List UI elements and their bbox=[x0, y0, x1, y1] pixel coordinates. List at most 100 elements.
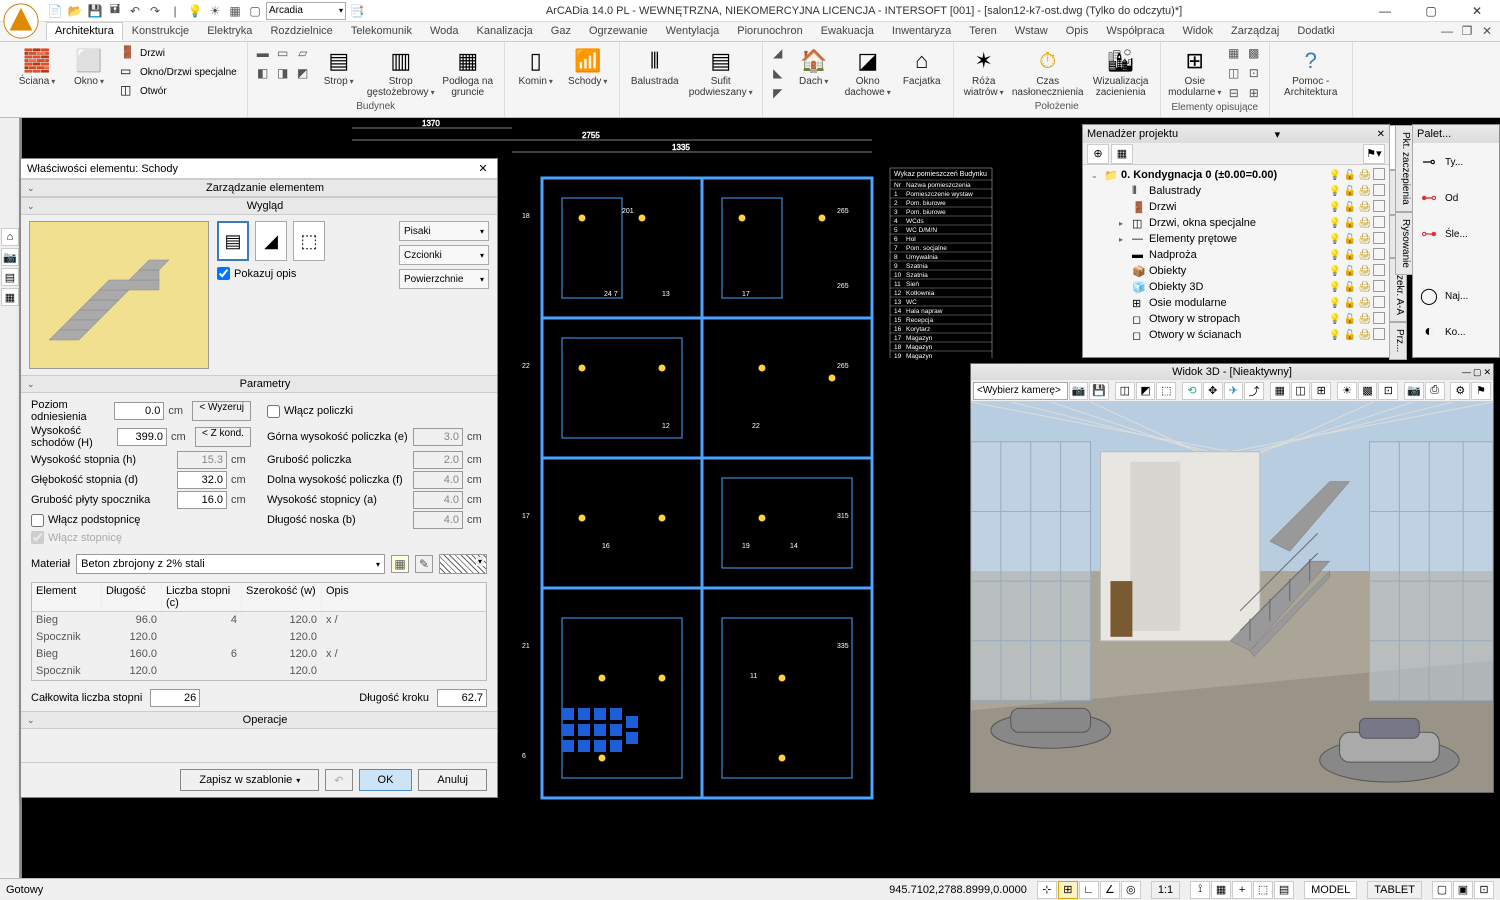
chevron-icon[interactable]: ⌄ bbox=[27, 715, 39, 726]
okno-drzwi-spec-button[interactable]: ▭Okno/Drzwi specjalne bbox=[116, 63, 241, 81]
pm-tree-item[interactable]: ⊞Osie modularne💡🔓🖨 bbox=[1087, 295, 1385, 311]
app-logo[interactable] bbox=[2, 2, 40, 40]
inp-gleb-st[interactable] bbox=[177, 471, 227, 489]
new-icon[interactable]: 📄 bbox=[46, 2, 64, 20]
table-row[interactable]: Spocznik120.0120.0 bbox=[32, 663, 486, 680]
doc-minimize-icon[interactable]: — bbox=[1438, 22, 1456, 40]
t2[interactable]: ▩ bbox=[1245, 44, 1263, 62]
pal-item[interactable]: ⊸Ty... bbox=[1417, 147, 1495, 177]
sb-b3[interactable]: + bbox=[1232, 881, 1252, 899]
strop-button[interactable]: ▤Strop bbox=[314, 44, 364, 89]
table-row[interactable]: Spocznik120.0120.0 bbox=[32, 629, 486, 646]
chevron-icon[interactable]: ⌄ bbox=[27, 201, 39, 212]
tab-wstaw[interactable]: Wstaw bbox=[1006, 22, 1057, 41]
ok-button[interactable]: OK bbox=[359, 769, 413, 791]
print-icon[interactable]: 🖨 bbox=[1358, 168, 1372, 182]
view3d-canvas[interactable] bbox=[971, 402, 1493, 792]
camera-combo[interactable]: <Wybierz kamerę> bbox=[973, 382, 1068, 400]
pm-tree-item[interactable]: ▬Nadproża💡🔓🖨 bbox=[1087, 247, 1385, 263]
pm-add-icon[interactable]: ⊕ bbox=[1087, 144, 1109, 164]
tab-woda[interactable]: Woda bbox=[421, 22, 468, 41]
mat-edit-icon[interactable]: ✎ bbox=[415, 555, 433, 573]
v3-t2-icon[interactable]: ◫ bbox=[1291, 382, 1311, 400]
table-row[interactable]: Bieg96.04120.0 x / bbox=[32, 612, 486, 629]
tab-elektryka[interactable]: Elektryka bbox=[198, 22, 261, 41]
sb-model[interactable]: MODEL bbox=[1304, 881, 1357, 899]
pomoc-button[interactable]: ?Pomoc - Architektura bbox=[1276, 44, 1346, 100]
pm-opts-icon[interactable]: ⚑▾ bbox=[1363, 144, 1385, 164]
tab-gaz[interactable]: Gaz bbox=[542, 22, 580, 41]
v3-opts-icon[interactable]: ⚙ bbox=[1450, 382, 1470, 400]
v3-save-icon[interactable]: 💾 bbox=[1089, 382, 1109, 400]
t5[interactable]: ⊟ bbox=[1225, 84, 1243, 102]
wizual-button[interactable]: 🏙Wizualizacja zacienienia bbox=[1088, 44, 1154, 100]
dialog-close-icon[interactable]: ✕ bbox=[475, 162, 491, 175]
czcionki-combo[interactable]: Czcionki bbox=[399, 245, 489, 265]
v3-cube-icon[interactable]: ◫ bbox=[1115, 382, 1135, 400]
close-button[interactable]: ✕ bbox=[1454, 0, 1500, 22]
mat-lib-icon[interactable]: ▦ bbox=[391, 555, 409, 573]
tab-wspol[interactable]: Współpraca bbox=[1097, 22, 1173, 41]
t3[interactable]: ◫ bbox=[1225, 64, 1243, 82]
chk-podstop[interactable]: Włącz podstopnicę bbox=[31, 514, 251, 527]
pm-tree-item[interactable]: 🧊Obiekty 3D💡🔓🖨 bbox=[1087, 279, 1385, 295]
layer-combo[interactable]: Arcadia▾ bbox=[266, 2, 346, 20]
table-row[interactable]: Bieg160.06120.0 x / bbox=[32, 646, 486, 663]
pm-tree-item[interactable]: 📦Obiekty💡🔓🖨 bbox=[1087, 263, 1385, 279]
roof-tool-2[interactable]: ◣ bbox=[769, 64, 787, 82]
save-as-icon[interactable]: 🖬 bbox=[106, 2, 124, 20]
pal-item[interactable]: ⊷Od bbox=[1417, 183, 1495, 213]
lt-home-icon[interactable]: ⌂ bbox=[1, 228, 19, 246]
tab-dodatki[interactable]: Dodatki bbox=[1288, 22, 1343, 41]
v3-fly-icon[interactable]: ✈ bbox=[1224, 382, 1244, 400]
sufit-button[interactable]: ▤Sufit podwieszany bbox=[686, 44, 756, 100]
material-combo[interactable]: Beton zbrojony z 2% stali bbox=[76, 554, 385, 574]
tab-konstrukcje[interactable]: Konstrukcje bbox=[123, 22, 198, 41]
tab-rozdzielnice[interactable]: Rozdzielnice bbox=[261, 22, 341, 41]
sb-b4[interactable]: ⬚ bbox=[1253, 881, 1273, 899]
hatch-combo[interactable] bbox=[439, 554, 487, 574]
balustrada-button[interactable]: ⦀Balustrada bbox=[626, 44, 684, 89]
osie-button[interactable]: ⊞Osie modularne bbox=[1167, 44, 1223, 100]
lt-layers-icon[interactable]: ▤ bbox=[1, 268, 19, 286]
v3-render-icon[interactable]: 📷 bbox=[1404, 382, 1424, 400]
pm-close-icon[interactable]: ✕ bbox=[1377, 129, 1385, 140]
v3-light-icon[interactable]: ☀ bbox=[1337, 382, 1357, 400]
dach-button[interactable]: 🏠Dach bbox=[789, 44, 839, 89]
okno-button[interactable]: ⬜Okno bbox=[64, 44, 114, 89]
undo-icon[interactable]: ↶ bbox=[126, 2, 144, 20]
komin-button[interactable]: ▯Komin bbox=[511, 44, 561, 89]
lock-icon[interactable]: 🔓 bbox=[1343, 168, 1357, 182]
lt-cam-icon[interactable]: 📷 bbox=[1, 248, 19, 266]
redo-icon[interactable]: ↷ bbox=[146, 2, 164, 20]
tab-ogrzew[interactable]: Ogrzewanie bbox=[580, 22, 657, 41]
sciana-button[interactable]: 🧱Ściana bbox=[12, 44, 62, 89]
t6[interactable]: ⊞ bbox=[1245, 84, 1263, 102]
v3-shade-icon[interactable]: ◩ bbox=[1136, 382, 1156, 400]
v3-t3-icon[interactable]: ⊞ bbox=[1311, 382, 1331, 400]
roof-tool-1[interactable]: ◢ bbox=[769, 44, 787, 62]
sb-e2[interactable]: ▣ bbox=[1453, 881, 1473, 899]
schody-button[interactable]: 📶Schody bbox=[563, 44, 613, 89]
side-tab-prz[interactable]: Prz... bbox=[1389, 322, 1407, 359]
sb-b5[interactable]: ▤ bbox=[1274, 881, 1294, 899]
v3-orbit-icon[interactable]: ⟲ bbox=[1182, 382, 1202, 400]
tab-ewak[interactable]: Ewakuacja bbox=[812, 22, 883, 41]
sb-polar-icon[interactable]: ∠ bbox=[1100, 881, 1120, 899]
sb-osnap-icon[interactable]: ◎ bbox=[1121, 881, 1141, 899]
tab-architektura[interactable]: Architektura bbox=[46, 22, 123, 41]
tab-kanal[interactable]: Kanalizacja bbox=[468, 22, 542, 41]
pisaki-combo[interactable]: Pisaki bbox=[399, 221, 489, 241]
chevron-icon[interactable]: ⌄ bbox=[27, 379, 39, 390]
v3-t5-icon[interactable]: ⊡ bbox=[1378, 382, 1398, 400]
minimize-button[interactable]: — bbox=[1362, 0, 1408, 22]
inp-poziom[interactable] bbox=[114, 402, 164, 420]
pal-item[interactable]: ⊶Śle... bbox=[1417, 219, 1495, 249]
drzwi-button[interactable]: 🚪Drzwi bbox=[116, 44, 241, 62]
view-3d-icon[interactable]: ⬚ bbox=[293, 221, 325, 261]
v3-t4-icon[interactable]: ▩ bbox=[1358, 382, 1378, 400]
v3-close-icon[interactable]: ✕ bbox=[1483, 367, 1491, 378]
wall-tool-3[interactable]: ▱ bbox=[294, 44, 312, 62]
v3-walk-icon[interactable]: ⤴ bbox=[1244, 382, 1264, 400]
maximize-button[interactable]: ▢ bbox=[1408, 0, 1454, 22]
